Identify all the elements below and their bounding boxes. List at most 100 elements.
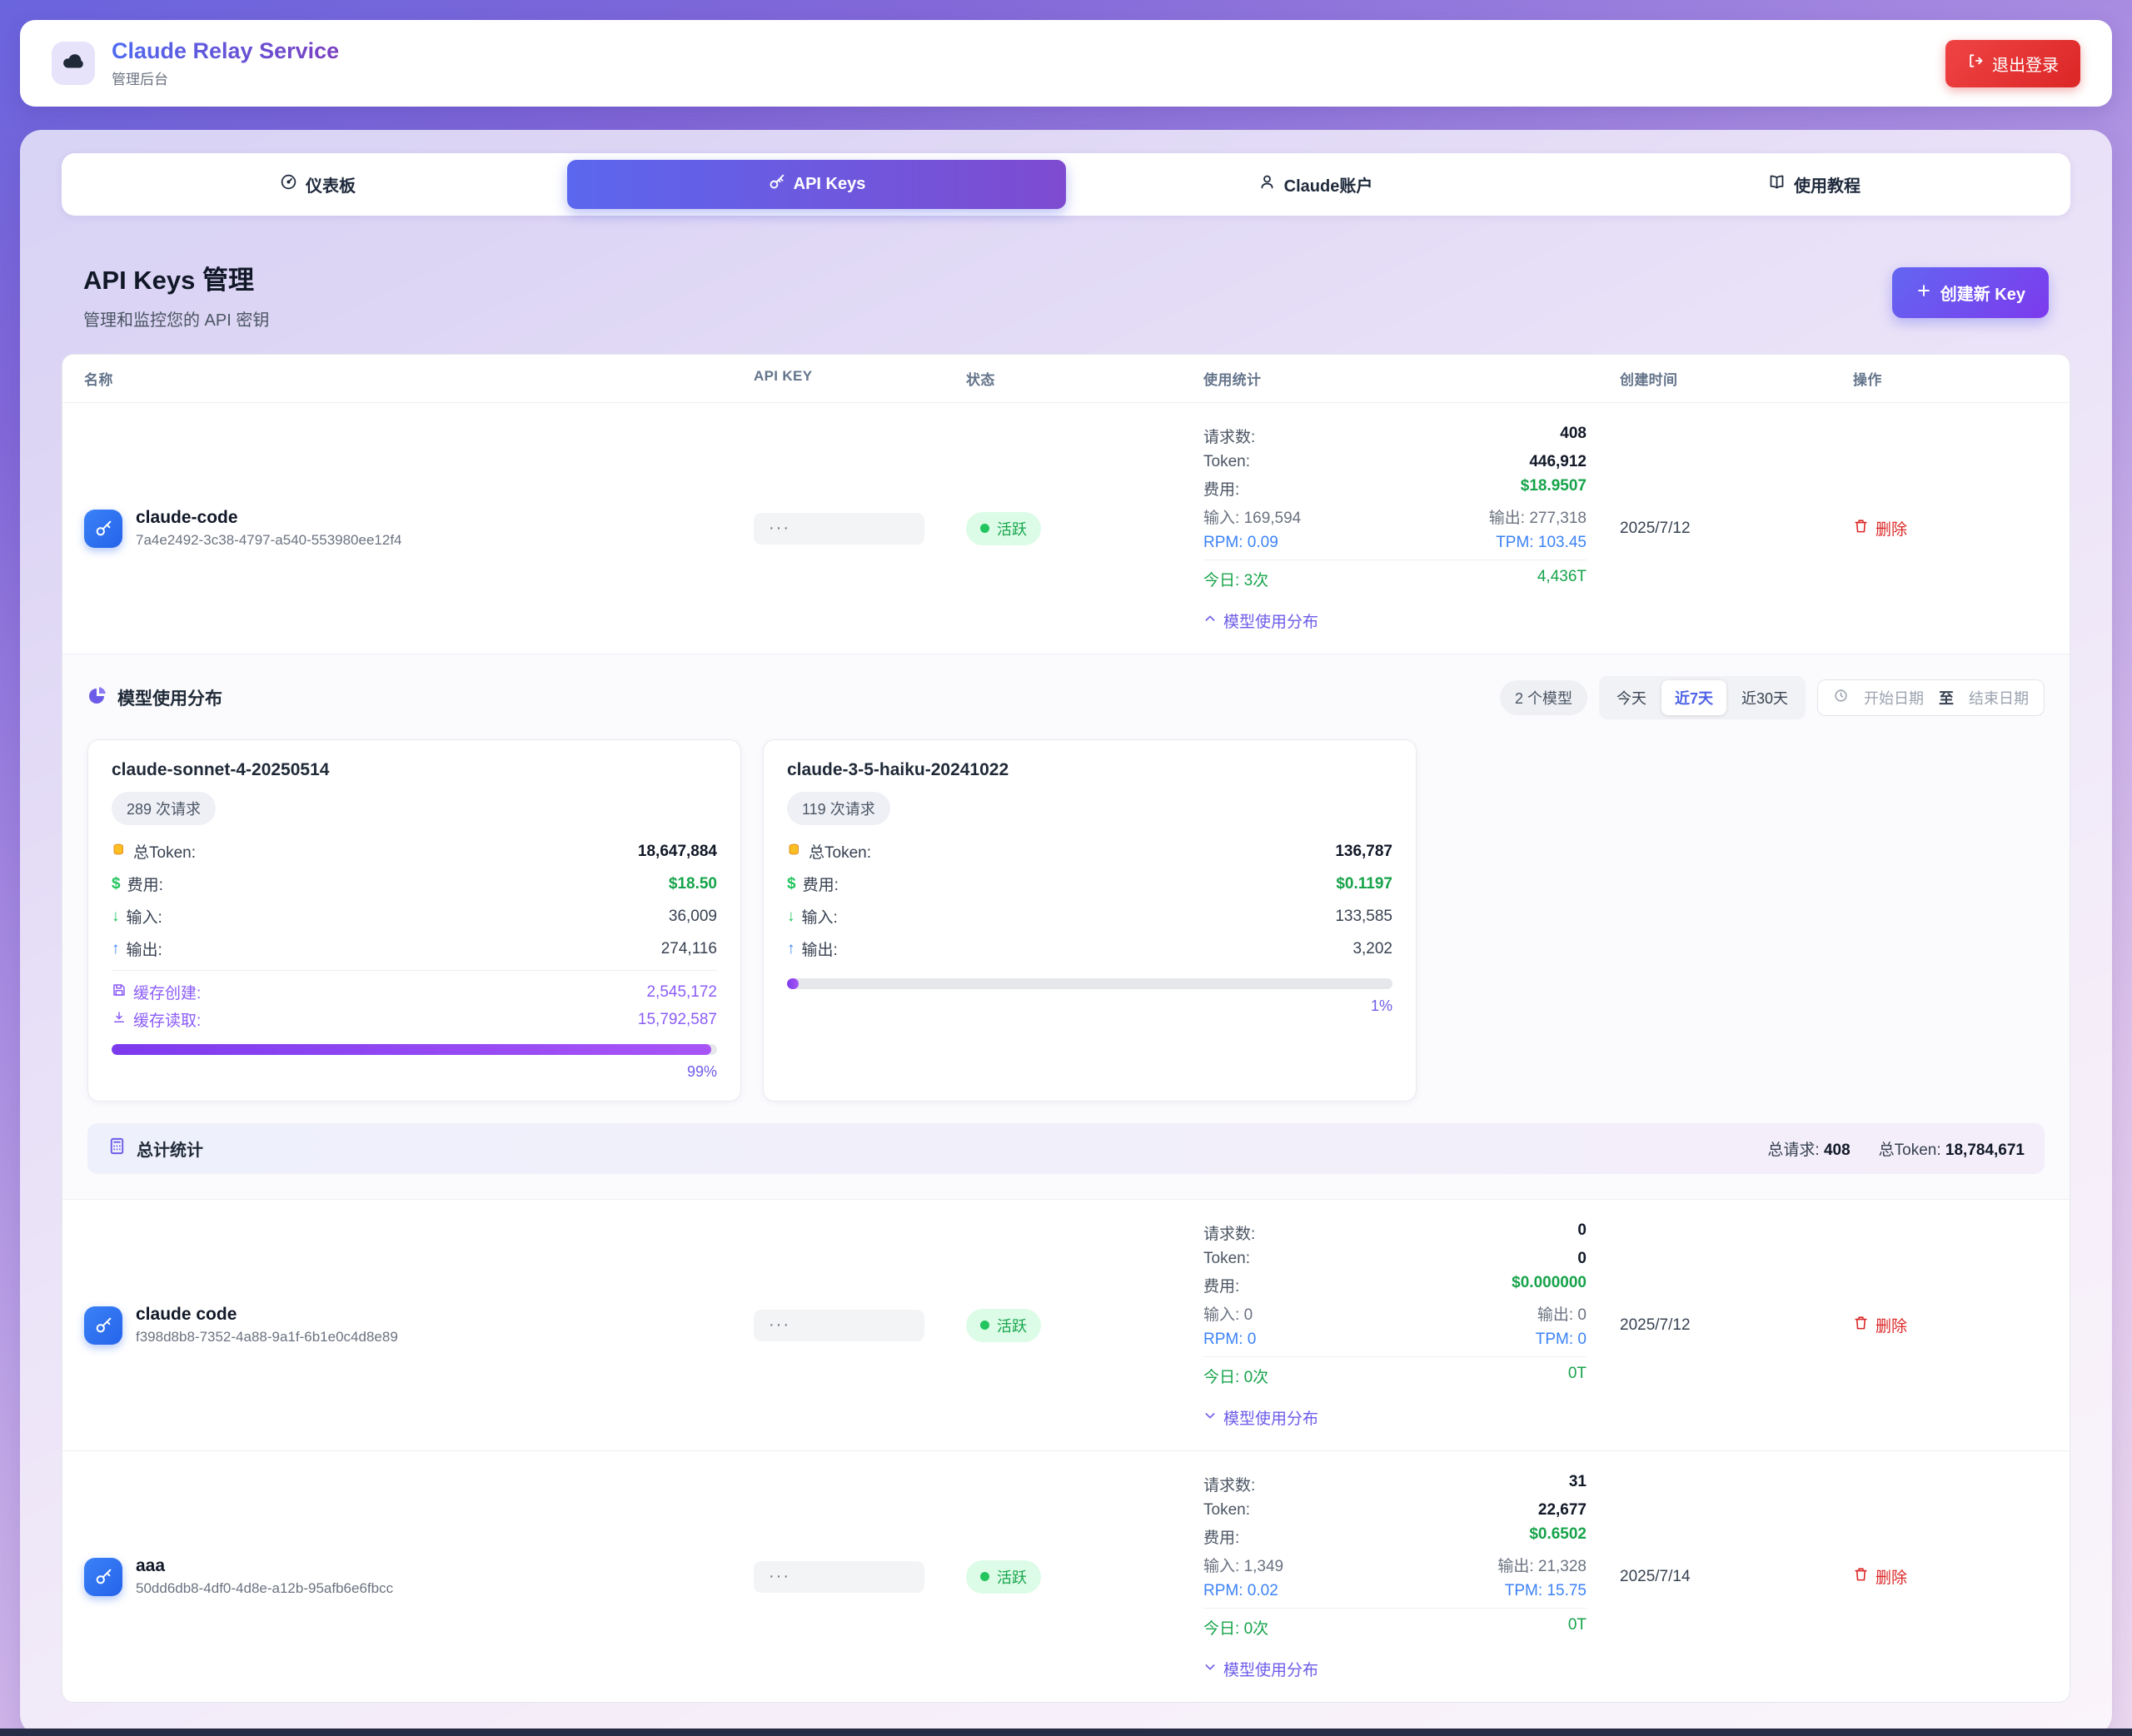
key-id: 50dd6db8-4df0-4d8e-a12b-95afb6e6fbcc — [136, 1580, 393, 1597]
col-header-status: 状态 — [966, 368, 1203, 389]
col-header-name: 名称 — [62, 368, 754, 389]
api-key-masked[interactable]: ··· — [754, 1561, 924, 1593]
arrow-up-icon: ↑ — [112, 940, 120, 958]
trash-icon — [1853, 1315, 1869, 1336]
key-name: claude code — [136, 1305, 398, 1325]
range-today[interactable]: 今天 — [1603, 680, 1660, 715]
totals-summary-bar: 总计统计 总请求: 408 总Token: 18,784,671 — [87, 1123, 2045, 1174]
key-id: 7a4e2492-3c38-4797-a540-553980ee12f4 — [136, 532, 402, 549]
tab-bar: 仪表板 API Keys Claude账户 使用教程 — [62, 153, 2070, 216]
gauge-icon — [280, 173, 297, 196]
arrow-up-icon: ↑ — [787, 940, 795, 958]
model-dist-toggle[interactable]: 模型使用分布 — [1203, 1658, 1318, 1680]
logout-icon — [1967, 52, 1984, 74]
created-date: 2025/7/12 — [1620, 520, 1853, 538]
range-segmented-control: 今天 近7天 近30天 — [1599, 676, 1806, 719]
chevron-down-icon — [1203, 1409, 1217, 1427]
clock-icon — [1833, 688, 1849, 708]
coins-icon — [112, 842, 127, 862]
arrow-down-icon: ↓ — [787, 908, 795, 926]
chevron-up-icon — [1203, 612, 1217, 630]
key-avatar — [84, 510, 122, 548]
status-dot-icon — [980, 524, 989, 533]
model-card-haiku: claude-3-5-haiku-20241022 119 次请求 总Token… — [763, 739, 1417, 1102]
table-row: claude code f398d8b8-7352-4a88-9a1f-6b1e… — [62, 1200, 2070, 1450]
delete-button[interactable]: 删除 — [1853, 1314, 1907, 1336]
model-count-badge: 2 个模型 — [1500, 680, 1587, 715]
api-key-masked[interactable]: ··· — [754, 1310, 924, 1341]
app-logo — [52, 42, 95, 85]
status-dot-icon — [980, 1572, 989, 1581]
usage-stats: 请求数:0 Token:0 费用:$0.000000 输入: 0输出: 0 RP… — [1203, 1221, 1587, 1429]
range-7days[interactable]: 近7天 — [1661, 680, 1726, 715]
delete-button[interactable]: 删除 — [1853, 1565, 1907, 1588]
dollar-icon: $ — [112, 875, 121, 893]
api-keys-table: 名称 API KEY 状态 使用统计 创建时间 操作 claude-code 7… — [62, 354, 2070, 1703]
app-title: Claude Relay Service — [112, 38, 339, 64]
pie-chart-icon — [87, 685, 107, 710]
col-header-usage: 使用统计 — [1203, 368, 1620, 389]
download-icon — [112, 1010, 127, 1030]
page-subtitle: 管理和监控您的 API 密钥 — [83, 306, 269, 331]
usage-percent: 1% — [787, 997, 1392, 1015]
usage-stats: 请求数:408 Token:446,912 费用:$18.9507 输入: 16… — [1203, 425, 1587, 632]
panel-title: 模型使用分布 — [117, 685, 222, 710]
key-icon — [768, 173, 785, 196]
table-row: claude-code 7a4e2492-3c38-4797-a540-5539… — [62, 403, 2070, 654]
end-date-input[interactable]: 结束日期 — [1969, 687, 2029, 709]
tab-dashboard[interactable]: 仪表板 — [68, 160, 567, 209]
model-dist-toggle[interactable]: 模型使用分布 — [1203, 609, 1318, 632]
create-key-button[interactable]: 创建新 Key — [1892, 267, 2049, 318]
key-id: f398d8b8-7352-4a88-9a1f-6b1e0c4d8e89 — [136, 1329, 398, 1346]
key-avatar — [84, 1558, 122, 1596]
status-badge: 活跃 — [966, 512, 1041, 545]
tab-api-keys[interactable]: API Keys — [567, 160, 1066, 209]
dollar-icon: $ — [787, 875, 796, 893]
model-name: claude-sonnet-4-20250514 — [112, 760, 717, 780]
calculator-icon — [107, 1137, 127, 1161]
created-date: 2025/7/14 — [1620, 1568, 1853, 1586]
page-title: API Keys 管理 — [83, 259, 269, 296]
tab-claude-account[interactable]: Claude账户 — [1066, 160, 1565, 209]
usage-progress-bar — [787, 978, 1392, 989]
start-date-input[interactable]: 开始日期 — [1864, 687, 1924, 709]
usage-stats: 请求数:31 Token:22,677 费用:$0.6502 输入: 1,349… — [1203, 1473, 1587, 1680]
tab-tutorial[interactable]: 使用教程 — [1565, 160, 2064, 209]
status-badge: 活跃 — [966, 1560, 1041, 1594]
app-subtitle: 管理后台 — [112, 67, 339, 88]
model-dist-toggle[interactable]: 模型使用分布 — [1203, 1406, 1318, 1429]
arrow-down-icon: ↓ — [112, 908, 120, 926]
usage-percent: 99% — [112, 1063, 717, 1081]
bottom-bar — [0, 1729, 2132, 1736]
date-range-picker[interactable]: 开始日期 至 结束日期 — [1817, 679, 2045, 716]
logout-button[interactable]: 退出登录 — [1945, 40, 2080, 87]
chevron-down-icon — [1203, 1660, 1217, 1679]
key-name: aaa — [136, 1556, 393, 1576]
created-date: 2025/7/12 — [1620, 1316, 1853, 1335]
disk-icon — [112, 982, 127, 1002]
cloud-icon — [61, 49, 86, 78]
trash-icon — [1853, 1566, 1869, 1587]
usage-progress-bar — [112, 1044, 717, 1055]
key-name: claude-code — [136, 508, 402, 528]
request-count-badge: 119 次请求 — [787, 792, 890, 825]
main-panel: 仪表板 API Keys Claude账户 使用教程 API Keys 管理 管… — [20, 130, 2112, 1736]
model-card-sonnet: claude-sonnet-4-20250514 289 次请求 总Token:… — [87, 739, 741, 1102]
api-key-masked[interactable]: ··· — [754, 513, 924, 545]
range-30days[interactable]: 近30天 — [1728, 680, 1801, 715]
status-badge: 活跃 — [966, 1309, 1041, 1342]
delete-button[interactable]: 删除 — [1853, 517, 1907, 540]
table-row: aaa 50dd6db8-4df0-4d8e-a12b-95afb6e6fbcc… — [62, 1450, 2070, 1702]
book-icon — [1768, 173, 1786, 196]
plus-icon — [1915, 282, 1932, 304]
model-name: claude-3-5-haiku-20241022 — [787, 760, 1392, 780]
model-distribution-panel: 模型使用分布 2 个模型 今天 近7天 近30天 开始日期 至 结束日期 — [62, 654, 2070, 1200]
col-header-api-key: API KEY — [754, 368, 966, 389]
coins-icon — [787, 842, 802, 862]
table-header-row: 名称 API KEY 状态 使用统计 创建时间 操作 — [62, 355, 2070, 403]
trash-icon — [1853, 518, 1869, 539]
col-header-created: 创建时间 — [1620, 368, 1853, 389]
app-header: Claude Relay Service 管理后台 退出登录 — [20, 20, 2112, 107]
request-count-badge: 289 次请求 — [112, 792, 216, 825]
status-dot-icon — [980, 1321, 989, 1330]
